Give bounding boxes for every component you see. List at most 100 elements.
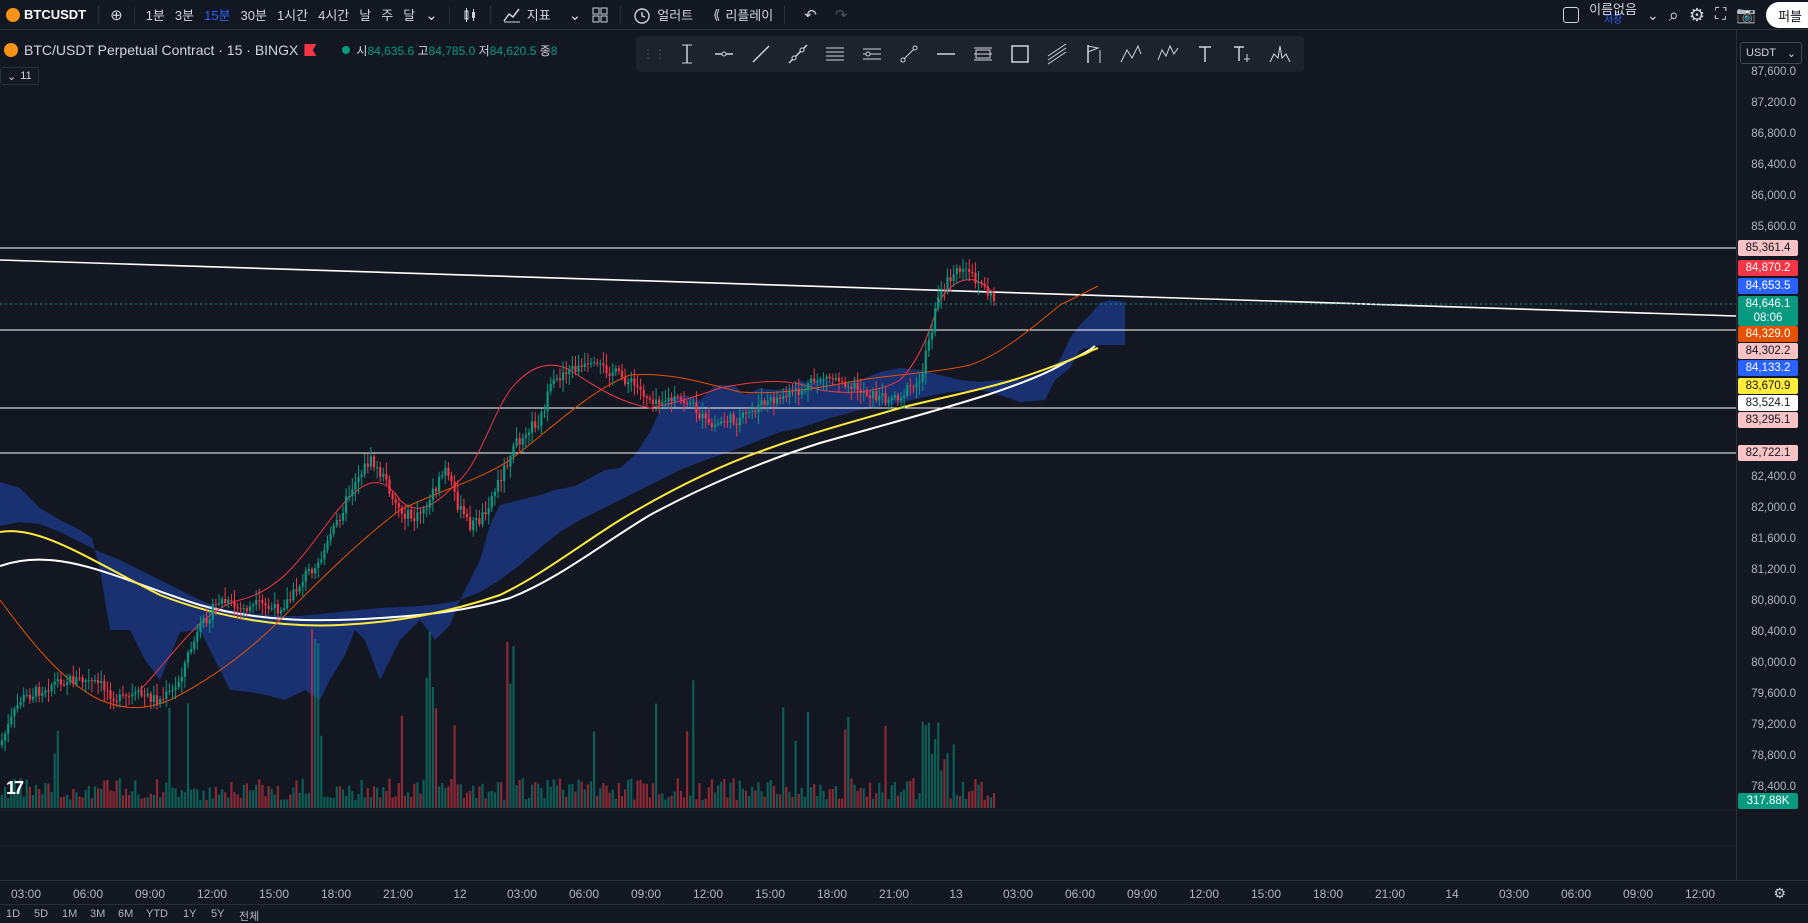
time-tick-label: 03:00	[10, 887, 42, 901]
candle-type-icon[interactable]	[456, 0, 484, 30]
candle-body	[713, 424, 717, 427]
legend-title[interactable]: BTC/USDT Perpetual Contract · 15 · BINGX	[24, 42, 298, 58]
volume-bar	[822, 790, 825, 808]
candle-body	[568, 369, 571, 375]
redo-icon[interactable]: ↷	[830, 0, 853, 30]
price-chart[interactable]	[0, 30, 1736, 880]
close-value: 8	[550, 43, 558, 58]
head-shoulders-icon[interactable]	[1261, 36, 1298, 72]
currency-selector[interactable]: USDT ⌄	[1740, 42, 1802, 64]
candle-body	[946, 277, 949, 291]
interval-month[interactable]: 달	[398, 0, 420, 30]
range-button[interactable]: 5Y	[211, 908, 224, 920]
volume-bar	[937, 722, 940, 808]
horizontal-line-icon[interactable]	[927, 36, 964, 72]
horizontal-ray-icon[interactable]	[705, 36, 742, 72]
range-button[interactable]: 1D	[6, 908, 20, 920]
abcd-pattern-icon[interactable]	[1113, 36, 1150, 72]
range-button[interactable]: 1Y	[183, 908, 196, 920]
price-tick-label: 87,600.0	[1751, 66, 1796, 78]
pitchfork-icon[interactable]	[853, 36, 890, 72]
interval-30m[interactable]: 30분	[236, 0, 272, 30]
candle-body	[354, 482, 357, 490]
range-button[interactable]: 6M	[118, 908, 133, 920]
candle-body	[751, 410, 754, 413]
volume-bar	[673, 791, 676, 808]
candle-body	[924, 350, 927, 374]
interval-15m[interactable]: 15분	[199, 0, 235, 30]
volume-bar	[695, 799, 698, 808]
quick-search-icon[interactable]: ⌕	[1669, 5, 1679, 26]
alert-button[interactable]: 얼러트	[627, 0, 698, 30]
layout-name[interactable]: 이름없음 저장	[1589, 3, 1637, 26]
fullscreen-icon[interactable]: ⛶	[1715, 6, 1726, 24]
range-button[interactable]: 1M	[62, 908, 77, 920]
publish-button[interactable]: 퍼블	[1766, 2, 1808, 28]
time-scale-settings-icon[interactable]: ⚙	[1773, 885, 1786, 902]
extended-line-icon[interactable]	[779, 36, 816, 72]
volume-bar	[670, 795, 673, 808]
replay-button[interactable]: ⟪ 리플레이	[708, 0, 778, 30]
volume-bar	[50, 792, 53, 808]
candle-body	[28, 694, 31, 700]
range-button[interactable]: 3M	[90, 908, 105, 920]
candle-body	[686, 403, 689, 405]
volume-bar	[717, 785, 720, 808]
volume-bar	[816, 796, 819, 808]
cursor-line-icon[interactable]	[668, 36, 705, 72]
time-tick-label: 06:00	[1064, 887, 1096, 901]
volume-bar	[193, 788, 196, 808]
rectangle-icon[interactable]	[1002, 36, 1039, 72]
volume-bar	[28, 786, 31, 808]
elliott-wave-icon[interactable]	[1150, 36, 1187, 72]
text-note-icon[interactable]	[1224, 36, 1261, 72]
range-button[interactable]: YTD	[146, 908, 168, 920]
volume-bar	[472, 785, 475, 808]
indicators-collapse-toggle[interactable]: ⌄ 11	[0, 67, 39, 85]
interval-4h[interactable]: 4시간	[313, 0, 354, 30]
alarm-clock-icon	[634, 7, 650, 24]
chevron-down-icon[interactable]: ⌄	[420, 0, 443, 30]
gann-fan-icon[interactable]	[1039, 36, 1076, 72]
interval-week[interactable]: 주	[376, 0, 398, 30]
time-tick-label: 09:00	[1126, 887, 1158, 901]
toolbar-drag-handle[interactable]: ⋮⋮	[642, 47, 666, 61]
volume-bar	[298, 792, 301, 808]
candle-body	[757, 405, 760, 413]
chevron-down-icon[interactable]: ⌄	[564, 0, 587, 30]
range-button[interactable]: 5D	[34, 908, 48, 920]
trend-line-icon[interactable]	[742, 36, 779, 72]
low-value: 84,620.5	[489, 43, 537, 58]
volume-bar	[75, 792, 78, 808]
indicators-button[interactable]: 지표	[497, 0, 556, 30]
volume-bar	[264, 796, 267, 808]
interval-1h[interactable]: 1시간	[272, 0, 313, 30]
parallel-channel-icon[interactable]	[816, 36, 853, 72]
candle-body	[16, 705, 19, 709]
camera-icon[interactable]: 📷	[1736, 5, 1756, 25]
interval-day[interactable]: 날	[354, 0, 376, 30]
interval-3m[interactable]: 3분	[170, 0, 199, 30]
interval-1m[interactable]: 1분	[141, 0, 170, 30]
info-line-icon[interactable]	[890, 36, 927, 72]
chevron-down-icon[interactable]: ⌄	[1647, 7, 1659, 24]
symbol-search[interactable]: BTCUSDT	[0, 0, 92, 30]
range-button[interactable]: 전체	[239, 908, 259, 923]
flag-icon[interactable]	[304, 44, 317, 56]
time-scale[interactable]: ⚙ 03:00 06:00 09:00 12:00 15:00 18:00 21:00 12 0…	[0, 880, 1808, 904]
candle-body	[608, 373, 611, 376]
candle-body	[372, 456, 376, 468]
text-icon[interactable]	[1187, 36, 1224, 72]
checkbox-icon[interactable]	[1563, 7, 1580, 23]
volume-bar	[989, 797, 992, 808]
candle-body	[456, 491, 459, 510]
undo-icon[interactable]: ↶	[799, 0, 822, 30]
flag-icon[interactable]	[1076, 36, 1113, 72]
fib-retracement-icon[interactable]	[965, 36, 1002, 72]
tradingview-logo[interactable]: 17	[6, 778, 24, 799]
settings-gear-icon[interactable]: ⚙	[1689, 5, 1705, 26]
candle-body	[546, 391, 549, 412]
add-symbol-icon[interactable]: ⊕	[105, 0, 128, 30]
layout-grid-icon[interactable]	[586, 0, 614, 30]
indicators-icon	[503, 8, 520, 22]
